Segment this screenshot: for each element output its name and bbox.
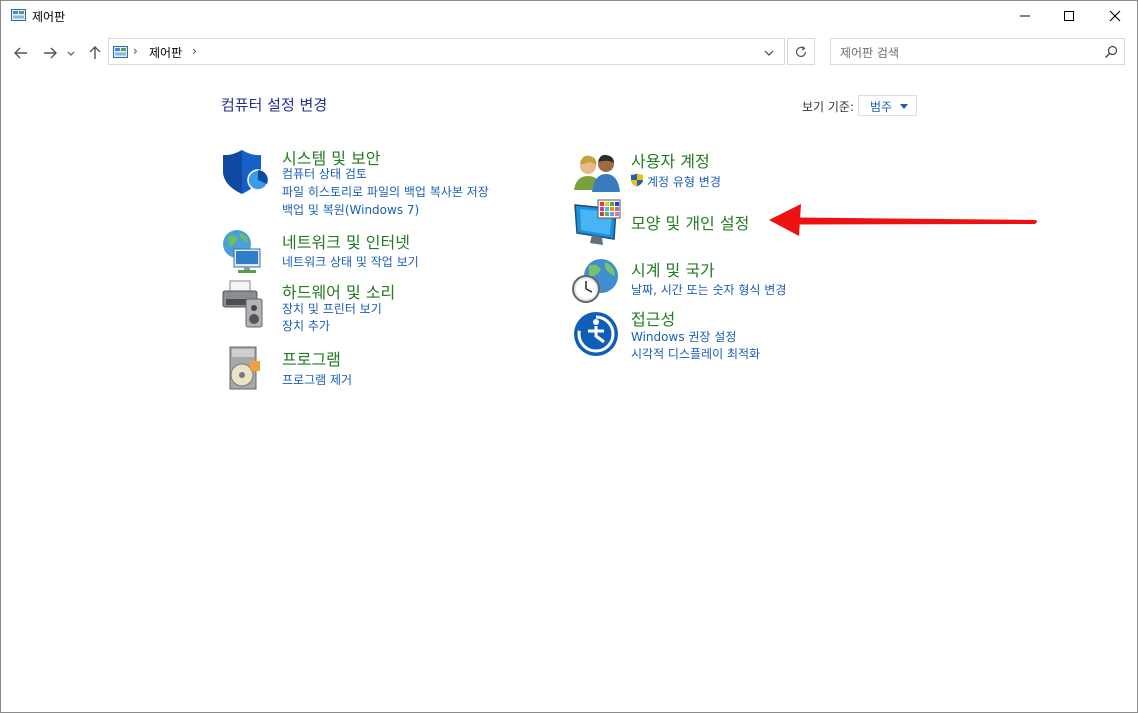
link-recommended-settings[interactable]: Windows 권장 설정	[631, 328, 736, 345]
control-panel-icon	[11, 9, 26, 21]
link-devices-printers[interactable]: 장치 및 프린터 보기	[282, 300, 382, 317]
page-title: 컴퓨터 설정 변경	[221, 96, 328, 114]
chevron-down-icon[interactable]	[761, 45, 777, 61]
shield-icon[interactable]	[220, 147, 270, 197]
navigation-bar: › 제어판 › 제어판 검색	[1, 37, 1137, 69]
category-clock-region[interactable]: 시계 및 국가	[631, 257, 715, 281]
control-panel-window: 제어판 › 제어판 › 제어판 검색 컴퓨터 설정 변경 보기 기준: 범주 시…	[0, 0, 1138, 713]
link-add-device[interactable]: 장치 추가	[282, 317, 330, 334]
view-by-value: 범주	[870, 100, 893, 114]
arrow-up-icon	[89, 46, 101, 59]
up-button[interactable]	[85, 43, 105, 63]
breadcrumb-control-panel[interactable]: 제어판	[149, 44, 182, 61]
close-icon	[1109, 10, 1121, 22]
maximize-icon	[1064, 11, 1074, 21]
link-change-account-type[interactable]: 계정 유형 변경	[647, 173, 721, 190]
window-title: 제어판	[32, 10, 66, 24]
link-change-date-time-format[interactable]: 날짜, 시간 또는 숫자 형식 변경	[631, 281, 786, 298]
category-network-internet[interactable]: 네트워크 및 인터넷	[282, 229, 410, 253]
link-network-status[interactable]: 네트워크 상태 및 작업 보기	[282, 253, 419, 270]
link-file-history-backup[interactable]: 파일 히스토리로 파일의 백업 복사본 저장	[282, 183, 489, 200]
network-globe-icon[interactable]	[220, 227, 270, 277]
close-button[interactable]	[1092, 1, 1138, 31]
category-appearance-personalization[interactable]: 모양 및 개인 설정	[631, 210, 749, 234]
recent-locations-button[interactable]	[64, 43, 78, 63]
view-by-dropdown[interactable]: 범주	[858, 95, 917, 116]
caret-down-icon	[900, 104, 908, 109]
programs-disc-icon[interactable]	[220, 343, 270, 393]
title-bar[interactable]: 제어판	[1, 1, 1137, 31]
search-input[interactable]: 제어판 검색	[830, 38, 1125, 65]
address-bar[interactable]: › 제어판 ›	[108, 38, 785, 65]
search-placeholder: 제어판 검색	[840, 46, 900, 60]
forward-button[interactable]	[40, 43, 60, 63]
breadcrumb-separator[interactable]: ›	[133, 44, 138, 58]
minimize-button[interactable]	[1002, 1, 1048, 31]
printer-speaker-icon[interactable]	[220, 279, 270, 329]
back-button[interactable]	[11, 43, 31, 63]
annotation-arrow-icon	[769, 204, 1037, 236]
user-accounts-icon[interactable]	[572, 148, 622, 198]
view-by-label: 보기 기준:	[802, 100, 855, 114]
arrow-right-icon	[44, 47, 57, 59]
chevron-down-icon	[67, 51, 75, 56]
link-optimize-visual-display[interactable]: 시각적 디스플레이 최적화	[631, 345, 760, 362]
refresh-button[interactable]	[787, 38, 815, 65]
link-uninstall-program[interactable]: 프로그램 제거	[282, 371, 352, 388]
appearance-display-icon[interactable]	[572, 199, 622, 249]
ease-of-access-icon[interactable]	[571, 309, 621, 359]
link-backup-restore[interactable]: 백업 및 복원(Windows 7)	[282, 201, 419, 218]
maximize-button[interactable]	[1046, 1, 1092, 31]
control-panel-icon	[113, 46, 128, 58]
category-programs[interactable]: 프로그램	[282, 346, 341, 370]
breadcrumb-separator[interactable]: ›	[192, 44, 197, 58]
search-icon[interactable]	[1104, 45, 1118, 59]
clock-globe-icon[interactable]	[571, 256, 621, 306]
uac-shield-icon	[631, 173, 643, 187]
arrow-left-icon	[14, 47, 27, 59]
category-user-accounts[interactable]: 사용자 계정	[631, 148, 710, 172]
refresh-icon	[795, 45, 807, 57]
category-ease-of-access[interactable]: 접근성	[631, 306, 675, 330]
minimize-icon	[1020, 15, 1030, 17]
link-review-computer-status[interactable]: 컴퓨터 상태 검토	[282, 165, 367, 182]
